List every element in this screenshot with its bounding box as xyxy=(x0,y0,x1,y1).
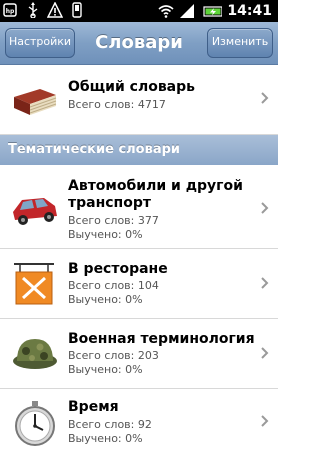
status-time: 14:41 xyxy=(227,3,272,19)
phone-icon xyxy=(72,2,82,18)
restaurant-sign-icon xyxy=(14,263,54,305)
status-bar: hp 14:41 xyxy=(0,0,278,22)
chevron-right-icon xyxy=(261,92,269,104)
wifi-icon xyxy=(158,5,174,18)
list-item-word-count: Всего слов: 92 xyxy=(68,418,152,431)
settings-button[interactable]: Настройки xyxy=(5,28,75,58)
chevron-right-icon xyxy=(261,415,269,427)
edit-button[interactable]: Изменить xyxy=(207,28,273,58)
signal-icon xyxy=(180,4,195,18)
list-item-title: В ресторане xyxy=(68,261,168,277)
section-header: Тематические словари xyxy=(0,135,278,165)
stopwatch-icon xyxy=(15,401,55,446)
svg-text:hp: hp xyxy=(6,8,15,15)
list-item[interactable]: Автомобили и другой транспорт Всего слов… xyxy=(0,166,278,249)
list-item-title: Автомобили и другой транспорт xyxy=(68,178,243,211)
list-item-progress: Выучено: 0% xyxy=(68,293,143,306)
general-dictionary-word-count: Всего слов: 4717 xyxy=(68,98,166,111)
book-icon xyxy=(14,89,57,115)
list-item[interactable]: Время Всего слов: 92 Выучено: 0% xyxy=(0,389,278,463)
general-dictionary-row[interactable]: Общий словарь Всего слов: 4717 xyxy=(0,65,278,135)
military-helmet-icon xyxy=(13,339,57,369)
navigation-bar: Настройки Словари Изменить xyxy=(0,22,278,65)
car-icon xyxy=(13,198,57,225)
list-item-progress: Выучено: 0% xyxy=(68,363,143,376)
page-title: Словари xyxy=(95,32,183,53)
chevron-right-icon xyxy=(261,347,269,359)
chevron-right-icon xyxy=(261,277,269,289)
list-item-title: Военная терминология xyxy=(68,331,255,347)
list-item-word-count: Всего слов: 203 xyxy=(68,349,159,362)
list-item-word-count: Всего слов: 104 xyxy=(68,279,159,292)
list-item[interactable]: Военная терминология Всего слов: 203 Выу… xyxy=(0,319,278,389)
battery-charging-icon xyxy=(203,6,223,17)
list-item-progress: Выучено: 0% xyxy=(68,432,143,445)
chevron-right-icon xyxy=(261,202,269,214)
status-left-icons: hp xyxy=(3,2,85,18)
list-item-word-count: Всего слов: 377 xyxy=(68,214,159,227)
status-right-icons: 14:41 xyxy=(158,2,272,20)
list-item-progress: Выучено: 0% xyxy=(68,228,143,241)
warning-icon xyxy=(47,2,63,18)
list-item[interactable]: В ресторане Всего слов: 104 Выучено: 0% xyxy=(0,249,278,319)
hp-icon: hp xyxy=(3,3,17,17)
usb-icon xyxy=(28,2,38,18)
general-dictionary-title: Общий словарь xyxy=(68,79,195,95)
list-item-title: Время xyxy=(68,399,119,415)
